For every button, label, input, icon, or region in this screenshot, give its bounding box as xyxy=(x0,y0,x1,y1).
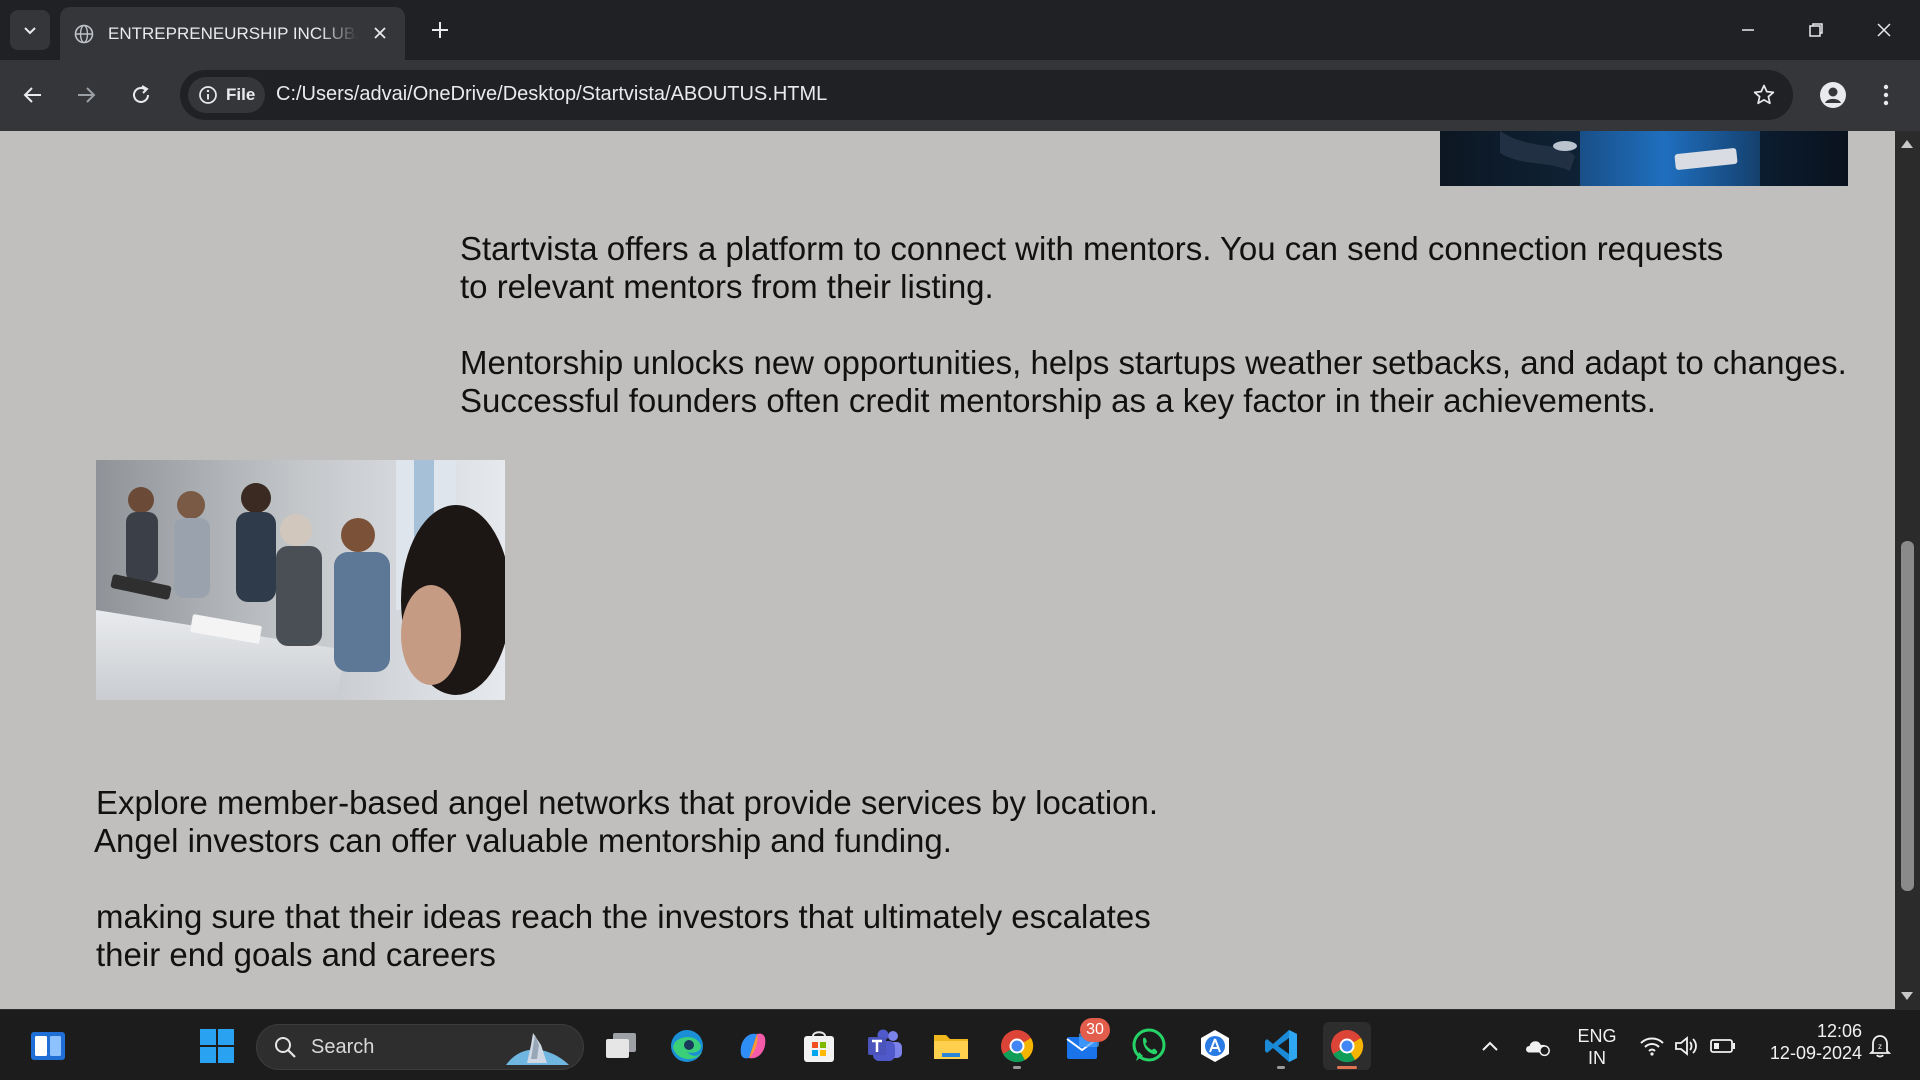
forward-button[interactable] xyxy=(66,75,106,115)
chrome-active-icon xyxy=(1331,1030,1364,1063)
browser-tab-active[interactable]: ENTREPRENEURSHIP INCLUBATOR xyxy=(60,7,405,60)
show-hidden-icons-chevron-icon[interactable] xyxy=(1476,1032,1504,1060)
teams-icon xyxy=(868,1029,902,1061)
profile-button[interactable] xyxy=(1813,75,1853,115)
start-button[interactable] xyxy=(193,1022,241,1070)
language-indicator[interactable]: ENG IN xyxy=(1572,1025,1622,1069)
start-icon xyxy=(200,1029,234,1063)
edge-icon xyxy=(671,1030,703,1062)
investors-reach-paragraph: making sure that their ideas reach the i… xyxy=(96,898,1151,974)
file-explorer-button[interactable] xyxy=(927,1022,975,1070)
info-icon xyxy=(199,86,217,104)
tab-title: ENTREPRENEURSHIP INCLUBATOR xyxy=(108,23,358,43)
whatsapp-button[interactable] xyxy=(1125,1022,1173,1070)
region-code: IN xyxy=(1588,1048,1606,1068)
wifi-icon[interactable] xyxy=(1638,1032,1666,1060)
site-info-chip[interactable]: File xyxy=(188,77,266,113)
search-highlight-icon xyxy=(506,1033,569,1065)
clock-time: 12:06 xyxy=(1816,1021,1862,1041)
whatsapp-icon xyxy=(1132,1028,1166,1062)
search-label: Search xyxy=(311,1035,375,1058)
menu-button[interactable] xyxy=(1866,75,1906,115)
kebab-menu-icon xyxy=(1883,84,1889,106)
volume-icon[interactable] xyxy=(1672,1032,1700,1060)
chrome-active-button[interactable] xyxy=(1323,1022,1371,1070)
mentor-platform-paragraph: Startvista offers a platform to connect … xyxy=(460,230,1723,306)
clock-date: 12-09-2024 xyxy=(1769,1043,1862,1063)
task-view-icon xyxy=(606,1033,636,1058)
running-indicator xyxy=(1277,1066,1285,1069)
globe-icon xyxy=(74,24,94,44)
chrome-icon xyxy=(1001,1030,1034,1063)
scroll-up-arrow-icon[interactable] xyxy=(1901,140,1913,148)
page-viewport: Startvista offers a platform to connect … xyxy=(0,131,1895,1009)
task-view-button[interactable] xyxy=(597,1022,645,1070)
mentor-platform-line-2: to relevant mentors from their listing. xyxy=(460,268,994,305)
investors-reach-line-1: making sure that their ideas reach the i… xyxy=(96,898,1151,935)
app-button[interactable] xyxy=(1191,1022,1239,1070)
running-indicator xyxy=(1013,1066,1021,1069)
mail-notification-badge: 30 xyxy=(1080,1018,1110,1042)
investors-reach-line-2: their end goals and careers xyxy=(96,936,496,973)
chevron-down-icon xyxy=(24,27,36,35)
language-code: ENG xyxy=(1577,1026,1617,1046)
copilot-icon xyxy=(740,1033,766,1059)
arrow-left-icon xyxy=(23,87,41,103)
back-button[interactable] xyxy=(13,75,53,115)
mentorship-benefits-line-1: Mentorship unlocks new opportunities, he… xyxy=(460,344,1847,381)
app-icon xyxy=(1201,1030,1229,1062)
url-text[interactable]: C:/Users/advai/OneDrive/Desktop/Startvis… xyxy=(276,83,827,106)
scrollbar-thumb[interactable] xyxy=(1901,541,1914,891)
tab-search-button[interactable] xyxy=(10,10,50,50)
browser-toolbar: File C:/Users/advai/OneDrive/Desktop/Sta… xyxy=(0,60,1920,131)
mentorship-benefits-line-2: Successful founders often credit mentors… xyxy=(460,382,1656,419)
arrow-right-icon xyxy=(78,87,96,103)
angel-networks-paragraph: Explore member-based angel networks that… xyxy=(94,784,1159,860)
battery-icon[interactable] xyxy=(1709,1032,1737,1060)
minimize-icon xyxy=(1742,29,1754,31)
plus-icon xyxy=(432,22,448,38)
notification-bell-icon[interactable]: z xyxy=(1866,1032,1894,1060)
mentor-platform-line-1: Startvista offers a platform to connect … xyxy=(460,230,1724,267)
profile-icon xyxy=(1820,82,1846,108)
restore-icon xyxy=(1809,23,1823,37)
edge-button[interactable] xyxy=(663,1022,711,1070)
reload-button[interactable] xyxy=(121,75,161,115)
widgets-icon xyxy=(31,1032,65,1060)
scroll-down-arrow-icon[interactable] xyxy=(1901,992,1913,1000)
file-explorer-icon xyxy=(934,1035,968,1059)
taskbar-search-box[interactable]: Search xyxy=(256,1024,584,1070)
minimize-button[interactable] xyxy=(1714,0,1782,60)
close-window-button[interactable] xyxy=(1850,0,1918,60)
svg-text:z: z xyxy=(1878,1042,1882,1051)
page-scrollbar[interactable] xyxy=(1895,131,1920,1009)
windows-taskbar: Search 30 ENG IN 12:06 12-09-2024 z xyxy=(0,1009,1920,1080)
new-tab-button[interactable] xyxy=(424,14,456,46)
onedrive-cloud-icon[interactable] xyxy=(1524,1032,1552,1060)
browser-tab-strip: ENTREPRENEURSHIP INCLUBATOR xyxy=(0,0,1920,60)
close-tab-icon[interactable] xyxy=(369,22,391,44)
business-meeting-image-top xyxy=(1440,131,1848,186)
widgets-button[interactable] xyxy=(24,1022,72,1070)
store-button[interactable] xyxy=(795,1022,843,1070)
teams-button[interactable] xyxy=(861,1022,909,1070)
team-meeting-image xyxy=(96,460,505,700)
vscode-icon xyxy=(1265,1030,1297,1062)
angel-networks-line-2: Angel investors can offer valuable mento… xyxy=(94,822,952,859)
close-icon xyxy=(1877,23,1891,37)
restore-button[interactable] xyxy=(1782,0,1850,60)
search-icon xyxy=(275,1037,296,1058)
copilot-button[interactable] xyxy=(729,1022,777,1070)
clock[interactable]: 12:06 12-09-2024 xyxy=(1752,1020,1862,1064)
vscode-button[interactable] xyxy=(1257,1022,1305,1070)
scheme-label: File xyxy=(226,85,256,104)
mentorship-benefits-paragraph: Mentorship unlocks new opportunities, he… xyxy=(460,344,1847,420)
bookmark-star-icon[interactable] xyxy=(1751,82,1777,108)
chrome-button[interactable] xyxy=(993,1022,1041,1070)
reload-icon xyxy=(133,85,149,103)
address-bar[interactable]: File C:/Users/advai/OneDrive/Desktop/Sta… xyxy=(180,70,1793,120)
angel-networks-line-1: Explore member-based angel networks that… xyxy=(96,784,1159,821)
store-icon xyxy=(804,1031,834,1062)
active-indicator xyxy=(1337,1066,1357,1069)
